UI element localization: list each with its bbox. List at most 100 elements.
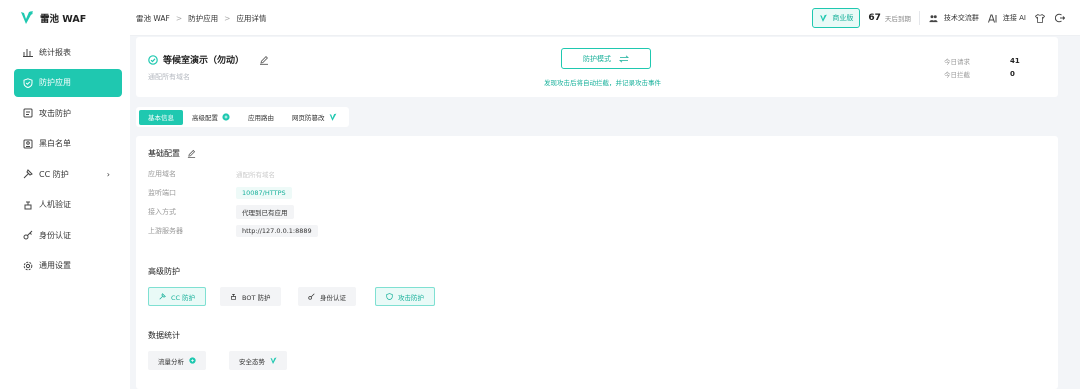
edition-label: 商业版	[832, 14, 854, 22]
breadcrumb: 雷池 WAF > 防护应用 > 应用详情	[136, 13, 266, 24]
cc-icon	[23, 169, 33, 179]
field-value: 代理到已有应用	[236, 204, 294, 219]
app-header-card: 等候室演示（勿动） 通配所有域名 防护模式 发现攻击后将自动拦截，并记录攻击事件…	[136, 37, 1058, 97]
chip-label: 身份认证	[320, 293, 346, 302]
advanced-protection-title: 高级防护	[148, 266, 180, 277]
chip-label: 安全态势	[239, 357, 265, 366]
sidebar-item-apps[interactable]: 防护应用	[14, 68, 122, 97]
stat-label: 今日拦截	[944, 70, 970, 79]
bot-protection-chip[interactable]: BOT 防护	[220, 287, 281, 306]
breadcrumb-section[interactable]: 防护应用	[188, 13, 218, 24]
cc-icon	[159, 293, 166, 300]
today-stats: 今日请求 41 今日拦截 0	[944, 54, 1020, 80]
robot-icon	[23, 200, 33, 210]
breadcrumb-separator: >	[224, 14, 231, 23]
stat-value: 41	[1010, 56, 1020, 65]
stat-label: 今日请求	[944, 57, 970, 66]
tab-label: 网页防篡改	[292, 114, 325, 122]
attack-protection-chip[interactable]: 攻击防护	[375, 287, 435, 306]
mode-hint: 发现攻击后将自动拦截，并记录攻击事件	[544, 79, 661, 87]
tab-basic-info[interactable]: 基本信息	[139, 109, 183, 125]
traffic-analysis-chip[interactable]: 流量分析	[148, 351, 206, 370]
edit-icon[interactable]	[259, 55, 269, 65]
bar-chart-icon	[23, 47, 33, 57]
sidebar-item-captcha[interactable]: 人机验证	[14, 191, 122, 219]
logo-small-icon	[329, 113, 336, 121]
tab-label: 应用路由	[248, 114, 274, 122]
field-value: http://127.0.0.1:8889	[236, 224, 318, 237]
breadcrumb-root[interactable]: 雷池 WAF	[136, 13, 170, 24]
app-subtitle: 通配所有域名	[148, 73, 190, 81]
edit-icon[interactable]	[187, 149, 196, 158]
shield-icon	[23, 77, 33, 88]
chevron-right-icon: ›	[106, 169, 110, 179]
sidebar-item-label: 攻击防护	[39, 108, 71, 118]
tab-routing[interactable]: 应用路由	[239, 110, 283, 125]
sidebar-item-label: 身份认证	[39, 230, 71, 240]
top-bar: 雷池 WAF > 防护应用 > 应用详情 商业版 67 天后到期 技术交流群 连…	[130, 0, 1080, 36]
ai-icon	[987, 12, 999, 24]
field-label: 上游服务器	[148, 226, 183, 235]
logo-icon	[21, 11, 33, 24]
chip-label: CC 防护	[171, 293, 196, 302]
pro-badge-icon	[222, 113, 230, 121]
chip-label: BOT 防护	[242, 293, 271, 302]
tab-tamper-protection[interactable]: 网页防篡改	[283, 110, 346, 125]
security-posture-chip[interactable]: 安全态势	[229, 351, 287, 370]
sidebar-item-settings[interactable]: 通用设置	[14, 252, 122, 280]
ai-label: 连接 AI	[1002, 14, 1026, 22]
breadcrumb-separator: >	[175, 14, 183, 23]
sidebar-item-cc[interactable]: CC 防护 ›	[14, 160, 122, 188]
field-value: 通配所有域名	[236, 170, 275, 179]
sidebar-nav: 统计报表 防护应用 攻击防护 黑白名单 CC 防护 › 人机验证 身份认证 通用…	[14, 38, 122, 282]
chip-label: 攻击防护	[398, 293, 424, 302]
community-button[interactable]: 技术交流群	[928, 12, 979, 24]
app-title-row: 等候室演示（勿动）	[148, 53, 269, 66]
app-title: 等候室演示（勿动）	[163, 56, 245, 66]
sidebar-item-auth[interactable]: 身份认证	[14, 221, 122, 249]
top-actions: 商业版 67 天后到期 技术交流群 连接 AI	[812, 8, 1066, 28]
edition-button[interactable]: 商业版	[812, 8, 861, 28]
logout-icon[interactable]	[1054, 12, 1066, 24]
logo[interactable]: 雷池 WAF	[20, 9, 86, 27]
stat-requests: 今日请求 41	[944, 54, 1020, 67]
sidebar-item-label: 黑白名单	[39, 139, 71, 148]
tab-advanced[interactable]: 高级配置	[183, 110, 239, 125]
field-access-mode: 接入方式 代理到已有应用	[148, 204, 294, 219]
cc-protection-chip[interactable]: CC 防护	[148, 287, 207, 306]
key-icon	[23, 230, 33, 240]
basic-config-title: 基础配置	[148, 148, 196, 159]
pro-badge-icon	[189, 357, 196, 364]
group-icon	[928, 12, 940, 24]
expiry-days: 67	[868, 13, 881, 23]
field-label: 监听端口	[148, 188, 176, 197]
detail-tabs: 基本信息 高级配置 应用路由 网页防篡改	[136, 107, 349, 127]
robot-icon	[231, 294, 236, 300]
community-label: 技术交流群	[943, 14, 979, 22]
section-title-text: 数据统计	[148, 331, 180, 340]
breadcrumb-current: 应用详情	[236, 14, 267, 23]
key-icon	[308, 293, 315, 300]
expiry-label: 天后到期	[884, 15, 911, 23]
sidebar-item-stats[interactable]: 统计报表	[14, 38, 122, 66]
identity-auth-chip[interactable]: 身份认证	[298, 287, 356, 306]
protection-mode-button[interactable]: 防护模式	[561, 48, 651, 69]
section-title-text: 高级防护	[148, 267, 180, 276]
field-label: 应用域名	[148, 169, 176, 178]
data-stats-title: 数据统计	[148, 330, 180, 341]
sidebar-item-attack[interactable]: 攻击防护	[14, 99, 122, 127]
logo-small-icon	[270, 357, 277, 364]
ai-button[interactable]: 连接 AI	[987, 12, 1026, 24]
sidebar-item-blackwhite[interactable]: 黑白名单	[14, 130, 122, 158]
list-icon	[23, 139, 33, 149]
sidebar: 雷池 WAF 统计报表 防护应用 攻击防护 黑白名单 CC 防护 › 人机验证 …	[0, 0, 130, 389]
shield-icon	[386, 293, 393, 300]
shirt-icon[interactable]	[1034, 12, 1046, 24]
field-value: 10087/HTTPS	[236, 186, 292, 199]
field-label: 接入方式	[148, 207, 176, 216]
sidebar-item-label: 人机验证	[39, 200, 71, 209]
brand-name: 雷池 WAF	[40, 14, 87, 25]
tab-label: 高级配置	[192, 114, 218, 122]
field-port: 监听端口 10087/HTTPS	[148, 186, 292, 199]
sidebar-item-label: 防护应用	[39, 78, 71, 87]
